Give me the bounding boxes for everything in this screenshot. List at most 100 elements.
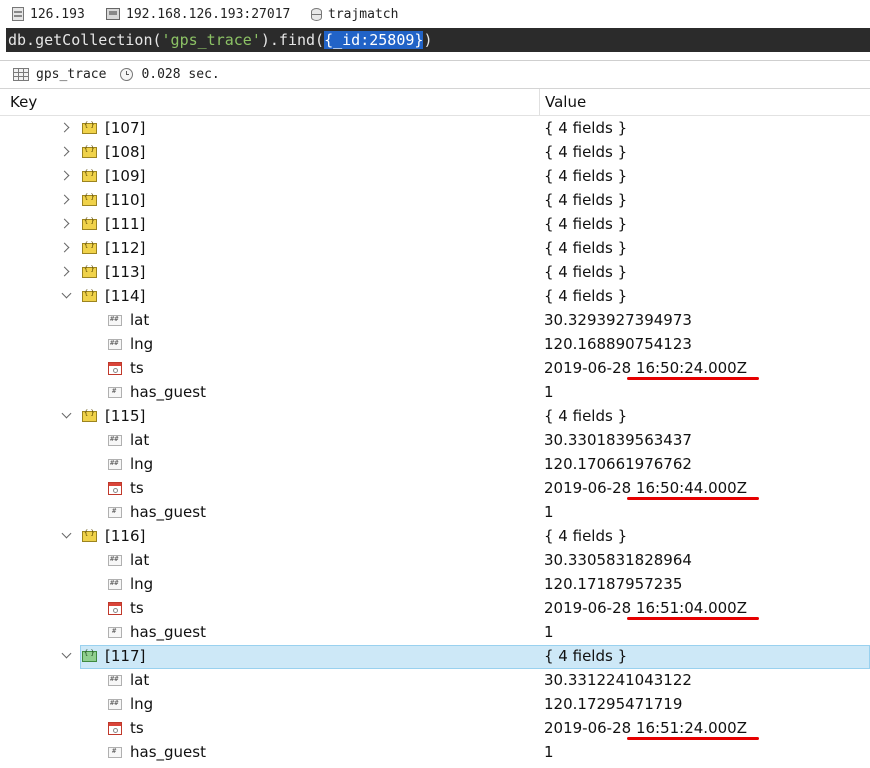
chevron-right-icon[interactable] [59,266,70,277]
tree-row-field[interactable]: lat 30.3312241043122 [0,669,870,693]
calendar-icon [108,482,122,495]
query-selected-text: {_id:25809} [324,31,424,49]
tree-row-object[interactable]: [116] { 4 fields } [0,525,870,549]
tree-row-field[interactable]: lng 120.170661976762 [0,453,870,477]
tree-row-field[interactable]: has_guest 1 [0,741,870,765]
calendar-icon [108,722,122,735]
field-value: 1 [544,743,554,761]
field-value: { 4 fields } [544,263,628,281]
field-value: { 4 fields } [544,239,628,257]
tree-row-object[interactable]: [107] { 4 fields } [0,117,870,141]
tree-row-field[interactable]: lat 30.3301839563437 [0,429,870,453]
chevron-down-icon[interactable] [61,648,72,659]
field-value: 120.170661976762 [544,455,692,473]
tree-row-object[interactable]: [108] { 4 fields } [0,141,870,165]
field-key: has_guest [130,383,206,401]
array-index-key: [107] [105,119,146,137]
array-index-key: [110] [105,191,146,209]
tree-row-object[interactable]: [117] { 4 fields } [0,645,870,669]
tree-row-object[interactable]: [111] { 4 fields } [0,213,870,237]
tree-row-object[interactable]: [110] { 4 fields } [0,189,870,213]
server-label[interactable]: 126.193 [12,5,85,23]
tree-row-field[interactable]: has_guest 1 [0,381,870,405]
int32-icon [108,747,122,758]
tree-row-object[interactable]: [113] { 4 fields } [0,261,870,285]
table-icon [13,67,29,81]
tree-row-field[interactable]: lng 120.17295471719 [0,693,870,717]
chevron-right-icon[interactable] [59,170,70,181]
field-key: has_guest [130,503,206,521]
object-icon [82,193,97,206]
key-column-header[interactable]: Key [10,93,37,111]
chevron-down-icon[interactable] [61,288,72,299]
int32-icon [108,507,122,518]
tree-row-field[interactable]: has_guest 1 [0,501,870,525]
red-underline-annotation [627,617,759,620]
field-value: { 4 fields } [544,647,628,665]
tree-row-field[interactable]: ts 2019-06-28 16:50:44.000Z [0,477,870,501]
query-collection: 'gps_trace' [161,31,261,49]
object-icon [82,289,97,302]
query-editor[interactable]: db.getCollection('gps_trace').find({_id:… [6,28,870,52]
result-tree-grid[interactable]: Key Value [107] { 4 fields } [108] { 4 fiel… [0,88,870,768]
tree-row-field[interactable]: ts 2019-06-28 16:51:04.000Z [0,597,870,621]
field-value: 120.17295471719 [544,695,683,713]
database-label[interactable]: trajmatch [311,5,398,23]
red-underline-annotation [627,737,759,740]
array-index-key: [113] [105,263,146,281]
chevron-right-icon[interactable] [59,194,70,205]
tree-row-field[interactable]: has_guest 1 [0,621,870,645]
field-key: has_guest [130,623,206,641]
field-value: 30.3305831828964 [544,551,692,569]
red-underline-annotation [627,377,759,380]
double-icon [108,315,122,326]
field-value: { 4 fields } [544,143,628,161]
tree-row-field[interactable]: lng 120.17187957235 [0,573,870,597]
chevron-down-icon[interactable] [61,408,72,419]
field-value: 30.3301839563437 [544,431,692,449]
field-key: lat [130,311,150,329]
field-value: { 4 fields } [544,119,628,137]
calendar-icon [108,602,122,615]
tree-row-field[interactable]: lat 30.3293927394973 [0,309,870,333]
red-underline-annotation [627,497,759,500]
tree-row-object[interactable]: [112] { 4 fields } [0,237,870,261]
double-icon [108,675,122,686]
chevron-right-icon[interactable] [59,122,70,133]
field-value: 1 [544,503,554,521]
chevron-right-icon[interactable] [59,242,70,253]
tree-row-object[interactable]: [109] { 4 fields } [0,165,870,189]
field-value: 30.3312241043122 [544,671,692,689]
chevron-right-icon[interactable] [59,218,70,229]
tree-row-object[interactable]: [114] { 4 fields } [0,285,870,309]
query-middle: ).find( [260,31,325,49]
double-icon [108,555,122,566]
array-index-key: [109] [105,167,146,185]
field-key: lng [130,335,154,353]
field-value: 2019-06-28 16:50:24.000Z [544,359,747,377]
tree-row-field[interactable]: lat 30.3305831828964 [0,549,870,573]
value-column-header[interactable]: Value [545,93,586,111]
field-value: 120.17187957235 [544,575,683,593]
tree-row-object[interactable]: [115] { 4 fields } [0,405,870,429]
object-icon [82,409,97,422]
query-suffix: ) [423,31,433,49]
tree-row-field[interactable]: ts 2019-06-28 16:51:24.000Z [0,717,870,741]
database-icon [311,7,322,21]
int32-icon [108,387,122,398]
field-value: 1 [544,623,554,641]
tree-row-field[interactable]: lng 120.168890754123 [0,333,870,357]
host-address: 192.168.126.193:27017 [126,6,291,22]
field-key: ts [130,479,144,497]
chevron-right-icon[interactable] [59,146,70,157]
host-label[interactable]: 192.168.126.193:27017 [106,5,290,23]
array-index-key: [117] [105,647,146,665]
field-value: 2019-06-28 16:50:44.000Z [544,479,747,497]
server-icon [12,7,24,21]
double-icon [108,435,122,446]
tree-row-field[interactable]: ts 2019-06-28 16:50:24.000Z [0,357,870,381]
field-key: lng [130,575,154,593]
chevron-down-icon[interactable] [61,528,72,539]
object-icon [82,169,97,182]
column-separator[interactable] [539,89,540,115]
